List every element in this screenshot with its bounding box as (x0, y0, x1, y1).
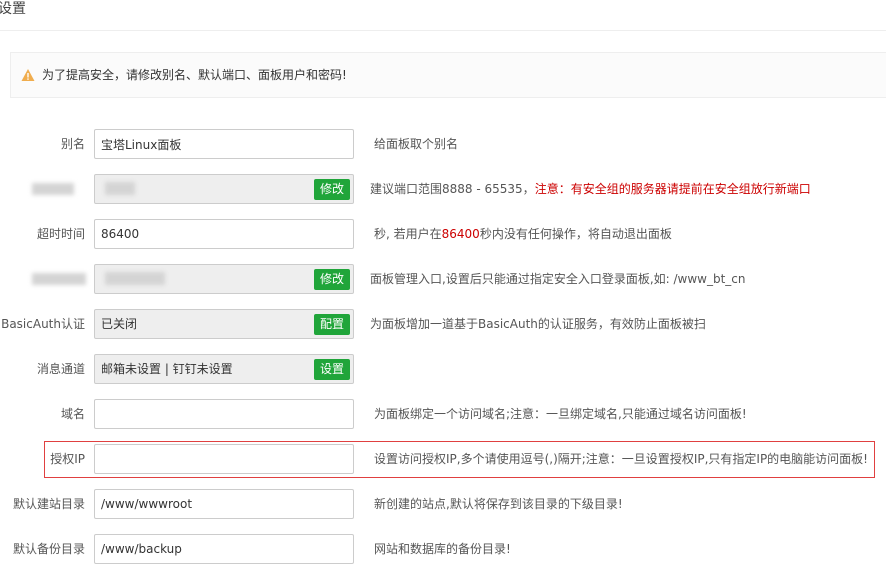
timeout-desc: 秒, 若用户在86400秒内没有任何操作，将自动退出面板 (374, 227, 672, 241)
row-alias: 别名 给面板取个别名 (0, 129, 886, 159)
authip-label: 授权IP (50, 452, 85, 466)
basicauth-label: BasicAuth认证 (1, 317, 85, 331)
entry-field[interactable]: 修改 (94, 264, 354, 294)
basicauth-status: 已关闭 (101, 317, 138, 331)
modify-port-button[interactable]: 修改 (313, 179, 350, 200)
entry-value-blurred (105, 272, 165, 285)
row-authip: 授权IP 设置访问授权IP,多个请使用逗号(,)隔开;注意：一旦设置授权IP,只… (0, 444, 886, 474)
sitedir-input[interactable] (94, 489, 354, 519)
row-port: 修改 建议端口范围8888 - 65535，注意：有安全组的服务器请提前在安全组… (0, 174, 886, 204)
notify-label: 消息通道 (36, 362, 85, 376)
domain-input[interactable] (94, 399, 354, 429)
basicauth-field[interactable]: 已关闭 配置 (94, 309, 354, 339)
configure-basicauth-button[interactable]: 配置 (313, 314, 350, 335)
row-entry: 修改 面板管理入口,设置后只能通过指定安全入口登录面板,如: /www_bt_c… (0, 264, 886, 294)
port-desc-warning: 注意：有安全组的服务器请提前在安全组放行新端口 (534, 182, 811, 196)
row-domain: 域名 为面板绑定一个访问域名;注意：一旦绑定域名,只能通过域名访问面板! (0, 399, 886, 429)
authip-desc: 设置访问授权IP,多个请使用逗号(,)隔开;注意：一旦设置授权IP,只有指定IP… (374, 452, 868, 466)
page-title: 设置 (0, 1, 26, 17)
modify-entry-button[interactable]: 修改 (313, 269, 350, 290)
domain-desc: 为面板绑定一个访问域名;注意：一旦绑定域名,只能通过域名访问面板! (374, 407, 747, 421)
alias-input[interactable] (94, 129, 354, 159)
alias-label: 别名 (60, 137, 85, 151)
row-timeout: 超时时间 秒, 若用户在86400秒内没有任何操作，将自动退出面板 (0, 219, 886, 249)
sitedir-desc: 新创建的站点,默认将保存到该目录的下级目录! (374, 497, 623, 511)
alias-desc: 给面板取个别名 (374, 137, 459, 151)
security-warning-banner: 为了提高安全，请修改别名、默认端口、面板用户和密码! (10, 52, 886, 98)
entry-desc: 面板管理入口,设置后只能通过指定安全入口登录面板,如: /www_bt_cn (370, 272, 746, 286)
port-field[interactable]: 修改 (94, 174, 354, 204)
entry-label-blurred (32, 273, 86, 285)
timeout-label: 超时时间 (36, 227, 85, 241)
basicauth-desc: 为面板增加一道基于BasicAuth的认证服务，有效防止面板被扫 (370, 317, 706, 331)
authip-input[interactable] (94, 444, 354, 474)
row-basicauth: BasicAuth认证 已关闭 配置 为面板增加一道基于BasicAuth的认证… (0, 309, 886, 339)
sitedir-label: 默认建站目录 (12, 497, 85, 511)
notify-field[interactable]: 邮箱未设置 | 钉钉未设置 设置 (94, 354, 354, 384)
backupdir-label: 默认备份目录 (12, 542, 85, 556)
port-desc: 建议端口范围8888 - 65535，注意：有安全组的服务器请提前在安全组放行新… (370, 182, 811, 196)
port-value-blurred (105, 182, 135, 195)
row-notify: 消息通道 邮箱未设置 | 钉钉未设置 设置 (0, 354, 886, 384)
timeout-desc-number: 86400 (441, 227, 480, 241)
title-divider (0, 30, 886, 31)
timeout-input[interactable] (94, 219, 354, 249)
setup-notify-button[interactable]: 设置 (313, 359, 350, 380)
row-sitedir: 默认建站目录 新创建的站点,默认将保存到该目录的下级目录! (0, 489, 886, 519)
backupdir-input[interactable] (94, 534, 354, 564)
notify-status: 邮箱未设置 | 钉钉未设置 (101, 362, 233, 376)
domain-label: 域名 (60, 407, 85, 421)
port-label-blurred (32, 183, 74, 195)
row-backupdir: 默认备份目录 网站和数据库的备份目录! (0, 534, 886, 564)
warning-triangle-icon (21, 69, 35, 81)
security-warning-text: 为了提高安全，请修改别名、默认端口、面板用户和密码! (42, 68, 347, 82)
backupdir-desc: 网站和数据库的备份目录! (374, 542, 511, 556)
